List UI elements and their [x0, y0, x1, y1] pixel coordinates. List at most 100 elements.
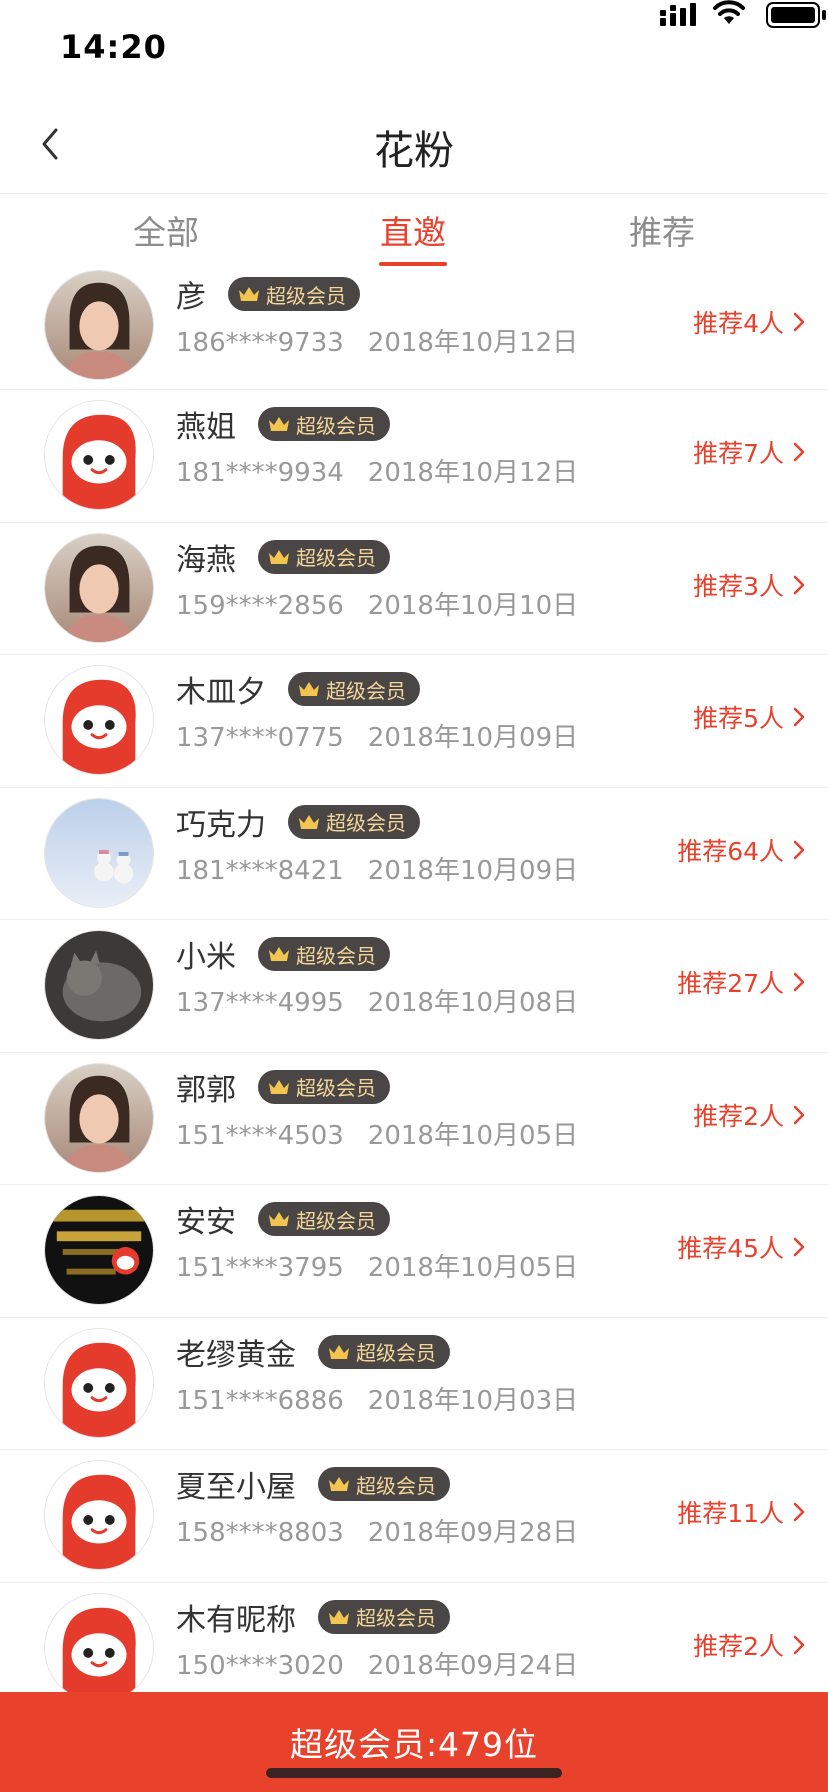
user-name: 老缪黄金: [176, 1337, 296, 1373]
wifi-icon: [713, 0, 745, 24]
tab-all[interactable]: 全部: [86, 206, 246, 266]
info-line: 137****0775 2018年10月09日: [176, 717, 578, 754]
info-line: 151****6886 2018年10月03日: [176, 1380, 578, 1417]
badge-label: 超级会员: [356, 1606, 436, 1630]
active-tab-indicator: [379, 262, 447, 266]
badge-label: 超级会员: [326, 811, 406, 835]
photo-woman-icon: [45, 1063, 153, 1172]
name-line: 巧克力 超级会员: [176, 800, 420, 844]
badge-label: 超级会员: [296, 1208, 376, 1233]
tab-label: 推荐: [629, 213, 695, 252]
recommend-count-link[interactable]: 推荐27人: [677, 964, 806, 1000]
avatar: [44, 1195, 154, 1305]
crown-icon: [269, 1212, 289, 1226]
recommend-count: 推荐2人: [693, 1101, 784, 1131]
list-item[interactable]: 安安 超级会员 151****3795 2018年10月05日 推荐45人: [0, 1185, 828, 1318]
recommend-count: 推荐5人: [693, 704, 784, 733]
super-member-count: 超级会员:479位: [289, 1725, 539, 1764]
battery-icon: [766, 2, 826, 28]
tab-direct-invite[interactable]: 直邀: [333, 206, 493, 266]
recommend-count-link[interactable]: 推荐4人: [693, 304, 806, 340]
join-date: 2018年10月10日: [367, 590, 579, 621]
user-list: 彦超级会员 186****9733 2018年10月12日 推荐4人 燕姐 超级会员 181…: [0, 270, 828, 1715]
crown-icon: [269, 549, 289, 564]
crown-icon: [329, 1477, 349, 1491]
badge-label: 超级会员: [296, 1076, 376, 1100]
super-member-badge: 超级会员: [258, 937, 390, 971]
phone-number: 186****9733: [176, 328, 344, 358]
info-line: 158****8803 2018年09月28日: [176, 1512, 578, 1549]
user-name: 巧克力: [176, 807, 266, 843]
chevron-right-icon: [793, 707, 805, 727]
list-item[interactable]: 木皿夕 超级会员 137****0775 2018年10月09日 推荐5人: [0, 655, 828, 788]
super-member-badge: 超级会员: [228, 277, 360, 311]
recommend-count: 推荐2人: [693, 1631, 784, 1661]
name-line: 郭郭 超级会员: [176, 1065, 390, 1109]
join-date: 2018年09月28日: [367, 1518, 579, 1548]
user-name: 木有昵称: [176, 1602, 296, 1638]
name-line: 老缪黄金 超级会员: [176, 1330, 450, 1374]
join-date: 2018年10月09日: [367, 723, 579, 753]
phone-number: 159****2856: [176, 590, 344, 621]
list-item[interactable]: 郭郭 超级会员 151****4503 2018年10月05日 推荐2人: [0, 1053, 828, 1185]
chevron-right-icon: [793, 840, 805, 859]
footer-bar: 超级会员:479位: [0, 1692, 828, 1792]
crown-icon: [269, 1079, 289, 1094]
chevron-right-icon: [793, 1502, 805, 1522]
avatar: [44, 270, 154, 380]
recommend-count: 推荐27人: [677, 969, 784, 998]
recommend-count: 推荐7人: [693, 439, 784, 468]
recommend-count-link[interactable]: 推荐2人: [693, 1097, 806, 1133]
join-date: 2018年10月12日: [367, 458, 579, 488]
default-mascot-icon: [45, 1461, 153, 1569]
info-line: 150****3020 2018年09月24日: [176, 1645, 578, 1682]
join-date: 2018年10月05日: [367, 1120, 579, 1151]
default-mascot-icon: [45, 1593, 153, 1702]
name-line: 木皿夕 超级会员: [176, 667, 420, 711]
list-item[interactable]: 夏至小屋 超级会员 158****8803 2018年09月28日 推荐11人: [0, 1450, 828, 1583]
super-member-badge: 超级会员: [258, 1069, 390, 1104]
list-item[interactable]: 小米 超级会员 137****4995 2018年10月08日 推荐27人: [0, 920, 828, 1053]
cellular-signal-icon: [660, 3, 696, 26]
chevron-right-icon: [793, 972, 805, 992]
list-item[interactable]: 燕姐 超级会员 181****9934 2018年10月12日 推荐7人: [0, 390, 828, 523]
info-line: 137****4995 2018年10月08日: [176, 982, 578, 1019]
default-mascot-icon: [45, 1328, 153, 1437]
user-name: 安安: [176, 1205, 236, 1240]
user-name: 木皿夕: [176, 675, 266, 710]
recommend-count-link[interactable]: 推荐7人: [693, 434, 806, 470]
super-member-badge: 超级会员: [318, 1467, 450, 1501]
crown-icon: [299, 814, 319, 829]
info-line: 186****9733 2018年10月12日: [176, 322, 578, 359]
photo-poster-icon: [45, 1196, 153, 1304]
super-member-badge: 超级会员: [288, 804, 420, 839]
recommend-count-link[interactable]: 推荐5人: [693, 699, 806, 735]
phone-number: 181****8421: [176, 855, 344, 886]
super-member-badge: 超级会员: [258, 1202, 390, 1236]
user-name: 小米: [176, 940, 236, 975]
list-item[interactable]: 老缪黄金 超级会员 151****6886 2018年10月03日: [0, 1318, 828, 1450]
badge-label: 超级会员: [296, 413, 376, 438]
tab-recommended[interactable]: 推荐: [582, 206, 742, 266]
photo-woman-icon: [45, 533, 153, 642]
list-item[interactable]: 彦 超级会员 186****9733 2018年10月12日 推荐4人: [0, 270, 828, 390]
recommend-count-link[interactable]: 推荐2人: [693, 1627, 806, 1663]
recommend-count-link[interactable]: 推荐64人: [677, 832, 806, 868]
list-item[interactable]: 巧克力 超级会员 181****8421 2018年10月09日 推荐64人: [0, 788, 828, 920]
recommend-count-link[interactable]: 推荐3人: [693, 567, 806, 603]
crown-icon: [329, 1609, 349, 1624]
default-mascot-icon: [45, 666, 153, 774]
recommend-count-link[interactable]: 推荐11人: [677, 1494, 806, 1530]
super-member-badge: 超级会员: [258, 539, 390, 574]
crown-icon: [269, 417, 289, 431]
crown-icon: [239, 287, 259, 301]
crown-icon: [299, 682, 319, 696]
list-item[interactable]: 海燕 超级会员 159****2856 2018年10月10日 推荐3人: [0, 523, 828, 655]
super-member-badge: 超级会员: [288, 672, 420, 706]
join-date: 2018年10月08日: [367, 988, 579, 1018]
badge-label: 超级会员: [296, 546, 376, 570]
recommend-count-link[interactable]: 推荐45人: [677, 1229, 806, 1265]
join-date: 2018年10月12日: [367, 328, 579, 358]
info-line: 159****2856 2018年10月10日: [176, 585, 578, 622]
user-name: 郭郭: [176, 1072, 236, 1108]
